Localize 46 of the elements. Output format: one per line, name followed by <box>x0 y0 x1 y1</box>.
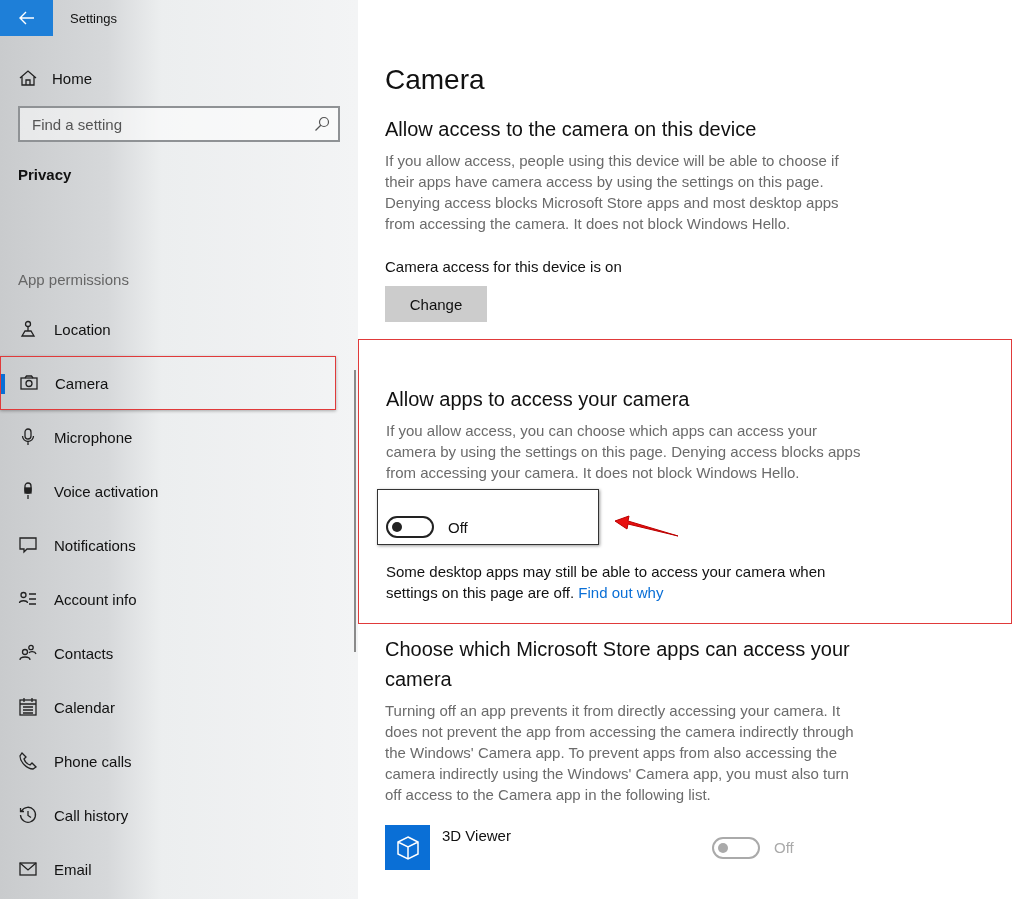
section-heading: Privacy <box>18 166 73 183</box>
section-heading: Allow apps to access your camera <box>386 387 691 412</box>
find-out-why-link[interactable]: Find out why <box>578 584 664 601</box>
location-icon <box>18 319 38 339</box>
back-arrow-icon <box>18 11 35 25</box>
nav-item[interactable]: Location <box>0 302 336 356</box>
description-text: If you allow access, people using this device will be able to choose if their apps have camera access by using the settings on this page. Denying access blocks Microsoft Store apps and most desktop apps from accessing the camera. It does not block Windows Hello. <box>385 151 840 234</box>
nav-item[interactable]: Phone calls <box>0 734 336 788</box>
description-text: If you allow access, you can choose which apps can access your camera by using the settings on this page. Denying access blocks apps from accessing your camera. It does not block Windows Hello. <box>386 421 862 483</box>
home-icon <box>18 68 38 88</box>
people-icon <box>18 643 38 663</box>
note-text: Some desktop apps may still be able to access your camera when settings on this page are off. Find out why <box>386 562 827 603</box>
app-name: 3D Viewer <box>442 827 512 844</box>
status-text: Camera access for this device is on <box>385 257 623 277</box>
nav-item[interactable]: Email <box>0 842 336 896</box>
nav-item[interactable]: Microphone <box>0 410 336 464</box>
toggle-label: Off <box>774 839 794 856</box>
calendar-icon <box>18 697 38 717</box>
section-heading: Allow access to the camera on this device <box>385 117 758 142</box>
nav-item[interactable]: Account info <box>0 572 336 626</box>
search-field[interactable]: Find a setting <box>18 106 340 142</box>
search-icon <box>314 116 330 132</box>
back-button[interactable] <box>0 0 53 36</box>
section-heading: Choose which Microsoft Store apps can access your camera <box>385 637 850 692</box>
camera-icon <box>19 373 39 393</box>
speech-bubble-icon <box>18 535 38 555</box>
nav-item[interactable]: Calendar <box>0 680 336 734</box>
toggle-label: Off <box>448 518 468 536</box>
toggle-switch[interactable] <box>386 516 434 538</box>
window-title: Settings <box>70 10 117 26</box>
description-text: Turning off an app prevents it from directly accessing your camera. It does not prevent the app from accessing the camera indirectly through the Windows' Camera app. To prevent apps from also accessing the camera indirectly using the Windows' Camera app, you must also turn off access to the Camera app in the following list. <box>385 701 855 805</box>
nav-item[interactable]: Voice activation <box>0 464 336 518</box>
annotation-arrow <box>614 512 680 538</box>
cube-icon <box>385 825 430 870</box>
change-button[interactable]: Change <box>385 286 487 322</box>
phone-icon <box>18 751 38 771</box>
nav-item[interactable]: Call history <box>0 788 336 842</box>
group-heading: App permissions <box>18 271 130 288</box>
nav-item[interactable]: Notifications <box>0 518 336 572</box>
mail-icon <box>18 859 38 879</box>
page-title: Camera <box>385 63 486 97</box>
history-icon <box>18 805 38 825</box>
nav-item[interactable]: Contacts <box>0 626 336 680</box>
nav-item[interactable]: Camera <box>0 356 336 410</box>
home-nav-item[interactable]: Home <box>18 64 92 92</box>
scrollbar[interactable] <box>354 370 356 652</box>
